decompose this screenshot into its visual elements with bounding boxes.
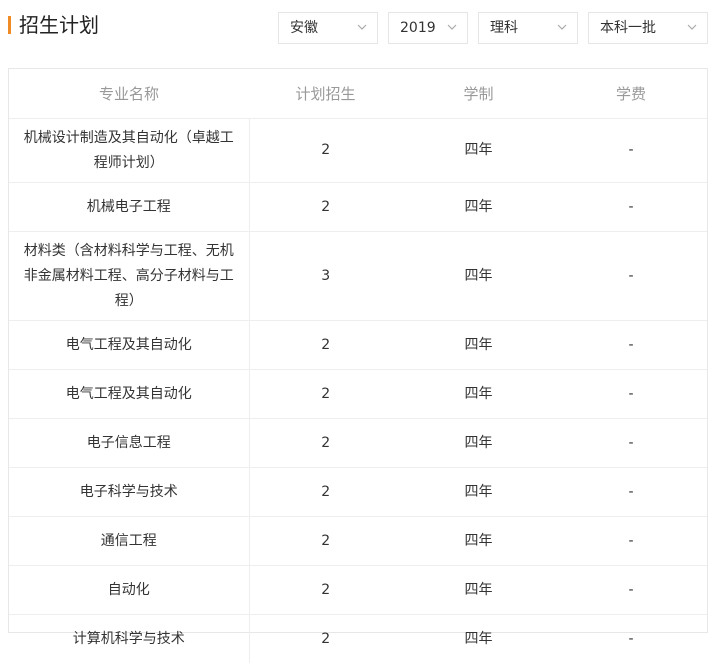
chevron-down-icon bbox=[356, 21, 368, 33]
year-select-value: 2019 bbox=[400, 20, 436, 36]
cell-plan: 2 bbox=[249, 183, 402, 232]
cell-plan: 2 bbox=[249, 119, 402, 183]
cell-plan: 2 bbox=[249, 321, 402, 370]
table-row: 电子信息工程 2 四年 - bbox=[9, 419, 707, 468]
table-row: 自动化 2 四年 - bbox=[9, 566, 707, 615]
cell-major: 电气工程及其自动化 bbox=[9, 370, 249, 419]
cell-fee: - bbox=[555, 370, 707, 419]
table-row: 电子科学与技术 2 四年 - bbox=[9, 468, 707, 517]
title-accent-bar bbox=[8, 16, 11, 34]
cell-duration: 四年 bbox=[402, 119, 555, 183]
batch-select-value: 本科一批 bbox=[600, 20, 656, 36]
cell-fee: - bbox=[555, 419, 707, 468]
cell-fee: - bbox=[555, 566, 707, 615]
batch-select[interactable]: 本科一批 bbox=[588, 12, 708, 44]
cell-plan: 2 bbox=[249, 370, 402, 419]
cell-major: 电气工程及其自动化 bbox=[9, 321, 249, 370]
page-title: 招生计划 bbox=[19, 10, 99, 40]
cell-fee: - bbox=[555, 119, 707, 183]
cell-duration: 四年 bbox=[402, 566, 555, 615]
table-row: 机械电子工程 2 四年 - bbox=[9, 183, 707, 232]
table-header-row: 专业名称 计划招生 学制 学费 bbox=[9, 69, 707, 119]
cell-major: 自动化 bbox=[9, 566, 249, 615]
cell-duration: 四年 bbox=[402, 183, 555, 232]
cell-plan: 2 bbox=[249, 468, 402, 517]
subject-select-value: 理科 bbox=[490, 20, 518, 36]
year-select[interactable]: 2019 bbox=[388, 12, 468, 44]
cell-major: 电子信息工程 bbox=[9, 419, 249, 468]
column-header-fee: 学费 bbox=[555, 69, 707, 119]
chevron-down-icon bbox=[686, 21, 698, 33]
table-row: 材料类（含材料科学与工程、无机非金属材料工程、高分子材料与工程） 3 四年 - bbox=[9, 232, 707, 321]
cell-fee: - bbox=[555, 321, 707, 370]
cell-duration: 四年 bbox=[402, 468, 555, 517]
cell-plan: 2 bbox=[249, 517, 402, 566]
table-row: 电气工程及其自动化 2 四年 - bbox=[9, 321, 707, 370]
cell-major: 机械设计制造及其自动化（卓越工程师计划） bbox=[9, 119, 249, 183]
cell-major: 材料类（含材料科学与工程、无机非金属材料工程、高分子材料与工程） bbox=[9, 232, 249, 321]
cell-duration: 四年 bbox=[402, 517, 555, 566]
cell-plan: 3 bbox=[249, 232, 402, 321]
cell-duration: 四年 bbox=[402, 232, 555, 321]
cell-fee: - bbox=[555, 468, 707, 517]
province-select-value: 安徽 bbox=[290, 20, 318, 36]
cell-duration: 四年 bbox=[402, 370, 555, 419]
table-row: 通信工程 2 四年 - bbox=[9, 517, 707, 566]
cell-major: 机械电子工程 bbox=[9, 183, 249, 232]
cell-plan: 2 bbox=[249, 566, 402, 615]
table-row: 电气工程及其自动化 2 四年 - bbox=[9, 370, 707, 419]
column-header-duration: 学制 bbox=[402, 69, 555, 119]
chevron-down-icon bbox=[556, 21, 568, 33]
cell-plan: 2 bbox=[249, 419, 402, 468]
column-header-plan: 计划招生 bbox=[249, 69, 402, 119]
table-row: 机械设计制造及其自动化（卓越工程师计划） 2 四年 - bbox=[9, 119, 707, 183]
column-header-major: 专业名称 bbox=[9, 69, 249, 119]
subject-select[interactable]: 理科 bbox=[478, 12, 578, 44]
cell-duration: 四年 bbox=[402, 321, 555, 370]
cell-fee: - bbox=[555, 517, 707, 566]
chevron-down-icon bbox=[446, 21, 458, 33]
cell-duration: 四年 bbox=[402, 419, 555, 468]
province-select[interactable]: 安徽 bbox=[278, 12, 378, 44]
enrollment-plan-table: 专业名称 计划招生 学制 学费 机械设计制造及其自动化（卓越工程师计划） 2 四… bbox=[8, 68, 708, 633]
cell-fee: - bbox=[555, 232, 707, 321]
page-header: 招生计划 安徽 2019 理科 本科一批 bbox=[0, 0, 715, 60]
cell-major: 通信工程 bbox=[9, 517, 249, 566]
cell-major: 电子科学与技术 bbox=[9, 468, 249, 517]
cell-fee: - bbox=[555, 183, 707, 232]
